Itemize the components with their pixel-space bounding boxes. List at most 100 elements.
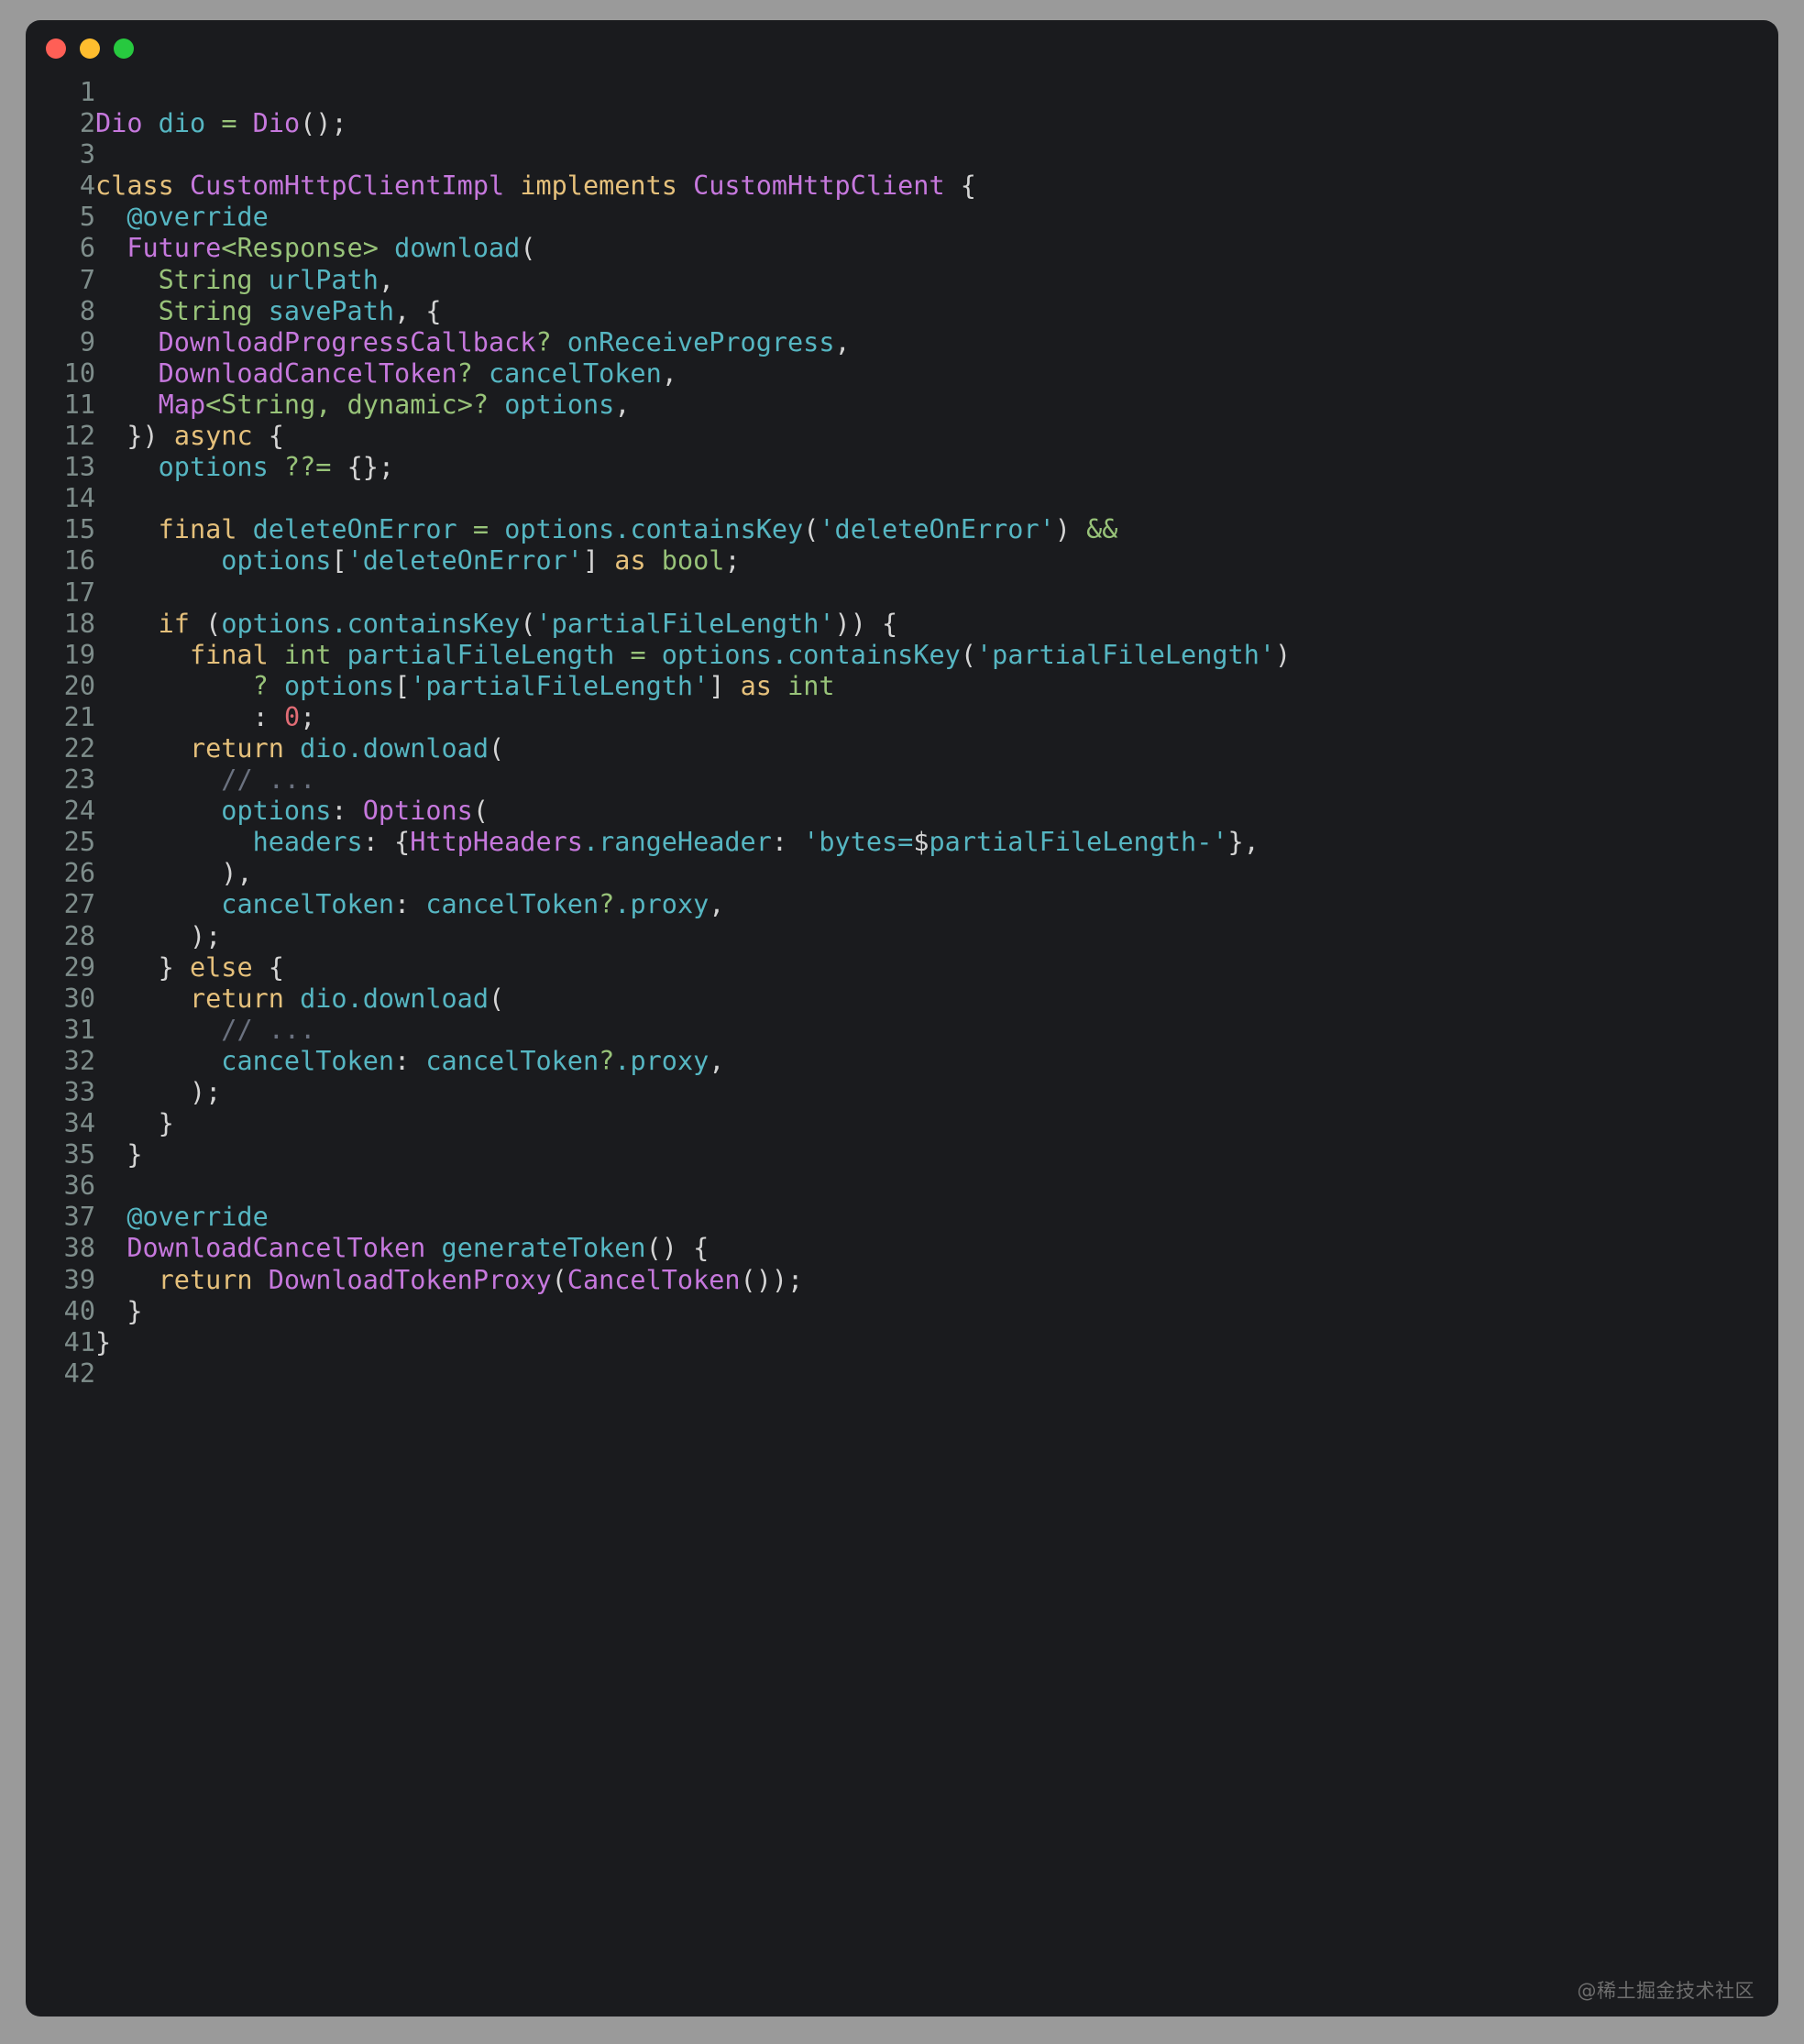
line-source[interactable]: ? options['partialFileLength'] as int: [95, 671, 1291, 702]
line-source[interactable]: [95, 577, 1291, 609]
code-token: CustomHttpClient: [693, 170, 945, 202]
code-token: Options: [362, 796, 473, 827]
code-token: .: [346, 732, 363, 764]
line-source[interactable]: : 0;: [95, 702, 1291, 733]
line-number: 10: [63, 357, 95, 389]
line-source[interactable]: Dio dio = Dio();: [95, 108, 1291, 139]
code-token: options: [221, 545, 332, 577]
minimize-button[interactable]: [80, 38, 100, 59]
line-source[interactable]: options ??= {};: [95, 452, 1291, 483]
code-line: 34 }: [26, 1108, 1291, 1139]
line-source[interactable]: // ...: [95, 764, 1291, 796]
line-number: 31: [63, 1014, 95, 1045]
code-token: async: [173, 421, 253, 452]
line-source[interactable]: [95, 483, 1291, 514]
line-source[interactable]: DownloadCancelToken? cancelToken,: [95, 358, 1291, 390]
line-source[interactable]: ),: [95, 858, 1291, 889]
line-source[interactable]: [95, 77, 1291, 108]
line-source[interactable]: }: [95, 1108, 1291, 1139]
line-source[interactable]: } else {: [95, 952, 1291, 984]
code-line: 17: [26, 577, 1291, 609]
line-source[interactable]: }: [95, 1139, 1291, 1170]
code-token: containsKey: [346, 608, 521, 639]
line-source[interactable]: DownloadCancelToken generateToken() {: [95, 1233, 1291, 1264]
code-body: 1 2 Dio dio = Dio(); 3 4 class CustomHttpCl…: [26, 77, 1292, 1390]
line-source[interactable]: String urlPath,: [95, 265, 1291, 296]
line-source[interactable]: class CustomHttpClientImpl implements Cu…: [95, 170, 1291, 202]
line-source[interactable]: @override: [95, 202, 1291, 233]
line-source[interactable]: }: [95, 1327, 1291, 1358]
line-source[interactable]: [95, 1170, 1291, 1202]
code-token: class: [95, 170, 174, 202]
line-number: 41: [63, 1326, 95, 1357]
line-source[interactable]: final int partialFileLength = options.co…: [95, 640, 1291, 671]
code-token: bool: [661, 545, 725, 577]
line-source[interactable]: options: Options(: [95, 796, 1291, 827]
code-line: 40 }: [26, 1296, 1291, 1327]
code-token: else: [189, 951, 253, 983]
line-source[interactable]: );: [95, 1077, 1291, 1108]
code-token: .: [771, 639, 788, 670]
line-source[interactable]: @override: [95, 1202, 1291, 1233]
line-source[interactable]: );: [95, 921, 1291, 952]
code-token: Dio: [252, 108, 301, 139]
line-source[interactable]: Map<String, dynamic>? options,: [95, 390, 1291, 421]
code-line: 32 cancelToken: cancelToken?.proxy,: [26, 1046, 1291, 1077]
code-token: ?: [472, 389, 490, 420]
line-number: 38: [63, 1233, 95, 1264]
code-token: deleteOnError: [252, 514, 457, 545]
line-source[interactable]: return dio.download(: [95, 733, 1291, 764]
line-source[interactable]: cancelToken: cancelToken?.proxy,: [95, 889, 1291, 920]
line-source[interactable]: // ...: [95, 1015, 1291, 1046]
line-source[interactable]: String savePath, {: [95, 296, 1291, 327]
line-source[interactable]: return DownloadTokenProxy(CancelToken())…: [95, 1265, 1291, 1296]
code-line: 6 Future<Response> download(: [26, 233, 1291, 264]
line-source[interactable]: Future<Response> download(: [95, 233, 1291, 264]
line-source[interactable]: [95, 139, 1291, 170]
code-token: =: [315, 452, 332, 483]
line-source[interactable]: }) async {: [95, 421, 1291, 452]
line-source[interactable]: final deleteOnError = options.containsKe…: [95, 514, 1291, 545]
code-editor[interactable]: 1 2 Dio dio = Dio(); 3 4 class CustomHttpCl…: [26, 77, 1778, 1390]
close-button[interactable]: [46, 38, 66, 59]
line-source[interactable]: return dio.download(: [95, 984, 1291, 1015]
line-number: 40: [63, 1295, 95, 1326]
line-source[interactable]: cancelToken: cancelToken?.proxy,: [95, 1046, 1291, 1077]
line-source[interactable]: if (options.containsKey('partialFileLeng…: [95, 609, 1291, 640]
code-token: [: [331, 545, 347, 577]
code-token: >: [362, 233, 379, 264]
line-source[interactable]: headers: {HttpHeaders.rangeHeader: 'byte…: [95, 827, 1291, 858]
line-source[interactable]: options['deleteOnError'] as bool;: [95, 545, 1291, 577]
code-token: implements: [520, 170, 677, 202]
code-token: CancelToken: [566, 1264, 741, 1295]
code-token: (: [489, 983, 505, 1014]
line-number: 24: [63, 796, 95, 827]
line-source[interactable]: [95, 1358, 1291, 1390]
line-source[interactable]: }: [95, 1296, 1291, 1327]
code-token: .: [582, 827, 600, 858]
maximize-button[interactable]: [114, 38, 134, 59]
code-token: <: [221, 233, 237, 264]
line-source[interactable]: DownloadProgressCallback? onReceiveProgr…: [95, 327, 1291, 358]
code-token: ;: [300, 701, 316, 732]
line-number: 39: [63, 1264, 95, 1295]
code-token: ,: [709, 1045, 725, 1076]
code-line: 39 return DownloadTokenProxy(CancelToken…: [26, 1265, 1291, 1296]
code-token: ]: [582, 545, 600, 577]
line-number: 11: [63, 389, 95, 420]
code-token: int: [787, 670, 835, 701]
